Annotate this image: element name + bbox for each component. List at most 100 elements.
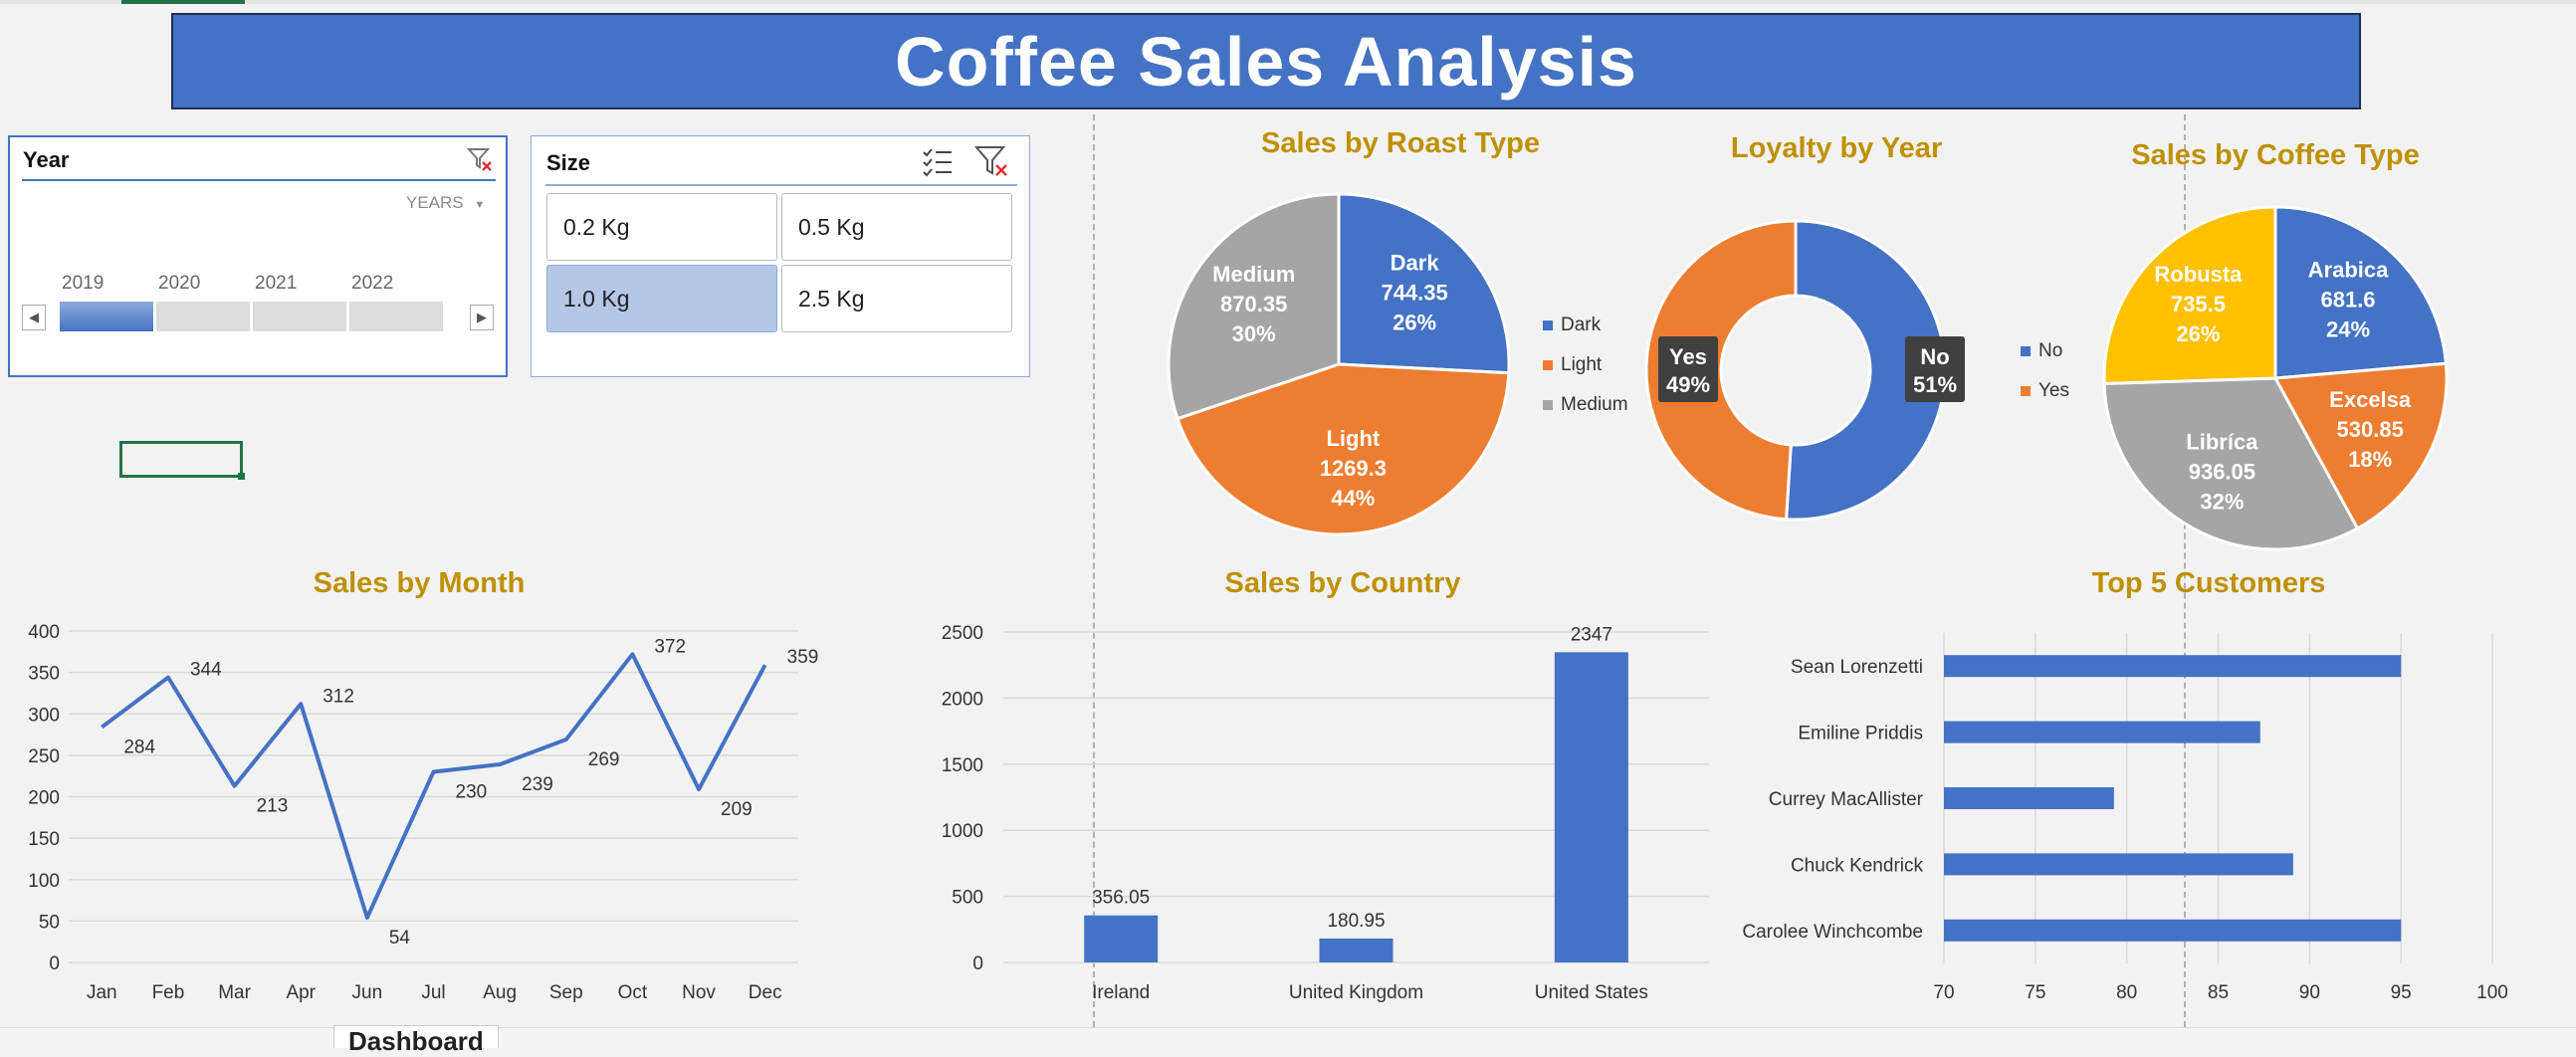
y-tick-label: Sean Lorenzetti (1791, 657, 1923, 678)
bar (1319, 938, 1394, 962)
y-tick-label: Chuck Kendrick (1791, 855, 1924, 876)
x-tick-label: Oct (618, 982, 648, 1003)
data-label: 359 (787, 647, 819, 668)
legend-label: No (2039, 340, 2063, 361)
slice-data-label: 51% (1913, 372, 1957, 397)
legend-label: Dark (1561, 315, 1602, 335)
legend-item: Dark (1543, 306, 1628, 345)
legend-swatch (1543, 360, 1553, 370)
slice-data-label: 24% (2326, 317, 2370, 341)
data-label: 239 (522, 774, 553, 795)
data-label: 54 (389, 928, 411, 949)
data-label: 213 (257, 796, 289, 817)
slice-data-label: Dark (1391, 251, 1440, 276)
data-label: 284 (123, 738, 155, 758)
legend-swatch (1543, 320, 1553, 330)
x-tick-label: 85 (2208, 982, 2229, 1003)
y-tick-label: 1000 (942, 821, 983, 842)
loyalty-doughnut-chart: No 51% Yes 49% (1644, 219, 1965, 522)
legend-item: Medium (1543, 385, 1628, 425)
slice-data-label: Light (1326, 426, 1380, 451)
slice-data-label: 30% (1232, 321, 1276, 346)
y-tick-label: 2500 (942, 623, 983, 644)
slice-data-label: 26% (1393, 311, 1436, 335)
legend-label: Medium (1561, 394, 1628, 415)
x-tick-label: Aug (483, 982, 517, 1003)
y-tick-label: 1500 (942, 755, 983, 776)
y-tick-label: 100 (28, 871, 60, 892)
bar (1944, 919, 2402, 942)
x-tick-label: Feb (152, 982, 185, 1003)
x-tick-label: Mar (218, 982, 251, 1003)
y-tick-label: 150 (28, 829, 60, 850)
y-tick-label: 500 (952, 888, 983, 909)
data-label: 356.05 (1092, 888, 1150, 909)
series-line (101, 652, 767, 921)
legend-item: No (2021, 331, 2069, 371)
x-tick-label: Dec (749, 982, 782, 1003)
sheet-tab-dashboard[interactable]: Dashboard (333, 1025, 499, 1056)
x-tick-label: Jul (421, 982, 445, 1003)
x-tick-label: 90 (2299, 982, 2320, 1003)
x-tick-label: Jun (352, 982, 383, 1003)
slice-data-label: Robusta (2154, 262, 2243, 287)
y-tick-label: 400 (28, 622, 60, 643)
y-tick-label: 300 (28, 705, 60, 726)
y-tick-label: 2000 (942, 689, 983, 710)
data-label: 344 (190, 660, 222, 681)
slice-data-label: Yes (1669, 344, 1707, 369)
coffee-type-pie-chart: Arabica 681.6 24% Excelsa 530.85 18% Libríca 93… (2102, 205, 2449, 551)
y-tick-label: 250 (28, 746, 60, 767)
slice-data-label: 681.6 (2320, 287, 2375, 312)
bar (1944, 721, 2260, 743)
data-label: 312 (322, 686, 354, 707)
y-tick-label: Carolee Winchcombe (1742, 922, 1923, 943)
bar (1944, 853, 2293, 876)
x-tick-label: Jan (87, 982, 117, 1003)
slice-data-label: 744.35 (1381, 281, 1447, 306)
charts-canvas: Dark 744.35 26% Light 1269.3 44% Medium 870.35 3… (28, 192, 2508, 1003)
legend-swatch (2021, 386, 2031, 396)
x-tick-label: Nov (682, 982, 716, 1003)
bar (1554, 652, 1628, 962)
x-tick-label: United States (1535, 982, 1648, 1003)
y-tick-label: Currey MacAllister (1769, 789, 1924, 810)
slice-data-label: 735.5 (2171, 292, 2226, 317)
data-label: 2347 (1571, 624, 1612, 645)
y-tick-label: 350 (28, 664, 60, 685)
slice-data-label: 530.85 (2337, 417, 2404, 442)
slice-data-label: 49% (1666, 372, 1710, 397)
roast-pie-chart: Dark 744.35 26% Light 1269.3 44% Medium 870.35 3… (1167, 192, 1511, 536)
loyalty-legend: No Yes (2021, 331, 2069, 411)
month-line-chart: 0 50 100 150 200 250 300 350 400 Jan Feb Mar Apr Jun J… (28, 622, 818, 1003)
data-label: 372 (654, 636, 686, 657)
y-tick-label: 0 (49, 953, 60, 974)
bar (1084, 915, 1159, 962)
country-bar-chart: 0 500 1000 1500 2000 2500 356.05 Ireland 180.95 U… (942, 623, 1709, 1003)
slice-data-label: 18% (2348, 447, 2392, 472)
slice-data-label: No (1920, 344, 1949, 369)
slice-data-label: 870.35 (1220, 292, 1287, 317)
legend-swatch (2021, 346, 2031, 356)
bar (1944, 655, 2402, 678)
data-label: 180.95 (1327, 911, 1385, 932)
y-tick-label: 0 (972, 953, 983, 974)
data-label: 230 (456, 782, 488, 803)
slice-data-label: Excelsa (2329, 387, 2412, 412)
legend-label: Yes (2039, 380, 2069, 401)
slice-data-label: Arabica (2308, 257, 2389, 282)
slice-data-label: 26% (2176, 321, 2220, 346)
x-tick-label: 100 (2476, 982, 2508, 1003)
bar (1944, 787, 2114, 809)
x-tick-label: 70 (1933, 982, 1954, 1003)
x-tick-label: Sep (549, 982, 583, 1003)
x-tick-label: 75 (2025, 982, 2045, 1003)
legend-label: Light (1561, 354, 1603, 375)
x-tick-label: 80 (2116, 982, 2137, 1003)
slice-data-label: 1269.3 (1320, 456, 1387, 481)
y-tick-label: 50 (39, 912, 60, 933)
x-tick-label: Ireland (1092, 982, 1150, 1003)
x-tick-label: 95 (2391, 982, 2412, 1003)
x-tick-label: United Kingdom (1289, 982, 1423, 1003)
y-tick-label: Emiline Priddis (1798, 724, 1923, 744)
